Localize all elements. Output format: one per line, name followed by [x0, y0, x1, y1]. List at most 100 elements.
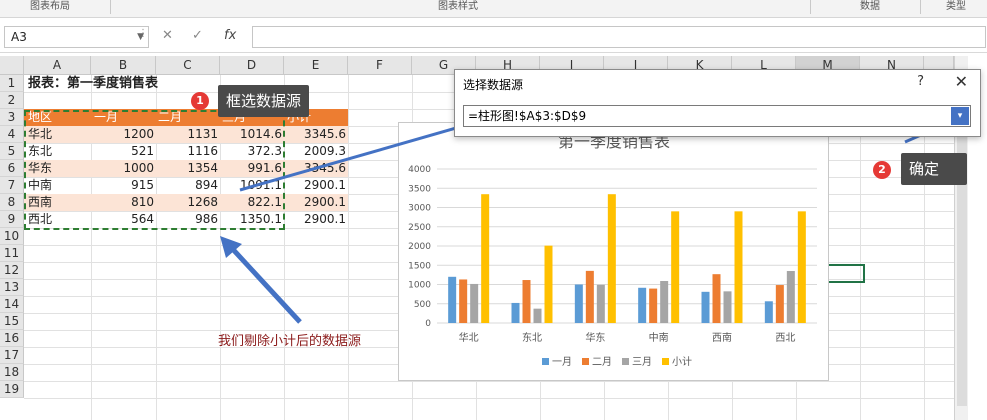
x-tick-label: 华东 — [585, 331, 605, 344]
bar-2-1 — [511, 302, 520, 323]
bar-6-3 — [786, 271, 795, 323]
bar-4-2 — [649, 288, 658, 323]
expand-dialog-button[interactable]: ▾ — [951, 107, 969, 125]
insert-function-button[interactable]: fx — [224, 28, 236, 43]
row-header-13[interactable]: 13 — [0, 279, 24, 296]
bar-2-2 — [522, 280, 531, 323]
more-options-icon: ⋮ — [138, 28, 148, 39]
row-header-18[interactable]: 18 — [0, 364, 24, 381]
bar-1-2 — [459, 279, 468, 323]
bar-4-3 — [660, 280, 669, 323]
row-header-1[interactable]: 1 — [0, 75, 24, 92]
bar-5-1 — [701, 291, 710, 323]
data-range-value: =柱形图!$A$3:$D$9 — [468, 109, 587, 123]
y-tick-label: 0 — [425, 319, 431, 329]
ribbon-group-data: 数据 — [860, 1, 880, 12]
legend-swatch — [662, 358, 669, 365]
y-tick-label: 2500 — [408, 223, 431, 233]
bar-1-3 — [470, 283, 479, 323]
enter-icon[interactable]: ✓ — [192, 28, 203, 43]
y-tick-label: 1500 — [408, 261, 431, 271]
row-header-8[interactable]: 8 — [0, 194, 24, 211]
bar-3-4 — [607, 194, 616, 323]
bar-2-3 — [533, 308, 542, 323]
bar-3-2 — [585, 270, 594, 323]
y-tick-label: 1000 — [408, 281, 431, 291]
column-header-f[interactable]: F — [348, 56, 412, 75]
column-header-a[interactable]: A — [24, 56, 91, 75]
ribbon-group-bar: 图表布局 图表样式 数据 类型 — [0, 0, 987, 18]
x-tick-label: 华北 — [459, 331, 479, 344]
row-header-12[interactable]: 12 — [0, 262, 24, 279]
bar-6-4 — [797, 211, 806, 323]
help-button[interactable]: ? — [917, 74, 924, 89]
selection-marquee — [24, 110, 285, 230]
table-cell[interactable]: 2900.1 — [284, 194, 348, 211]
table-cell[interactable]: 3345.6 — [284, 126, 348, 143]
row-header-17[interactable]: 17 — [0, 347, 24, 364]
table-cell[interactable]: 2009.3 — [284, 143, 348, 160]
row-header-14[interactable]: 14 — [0, 296, 24, 313]
row-header-16[interactable]: 16 — [0, 330, 24, 347]
y-tick-label: 4000 — [408, 165, 431, 175]
legend-label: 三月 — [632, 356, 652, 368]
formula-bar: A3 ▼ ⋮ ✕ ✓ fx — [0, 19, 987, 53]
column-header-e[interactable]: E — [284, 56, 348, 75]
close-icon[interactable]: ✕ — [955, 72, 968, 91]
row-header-6[interactable]: 6 — [0, 160, 24, 177]
x-tick-label: 东北 — [522, 331, 542, 344]
ribbon-group-chart-layout: 图表布局 — [30, 1, 70, 12]
data-source-note: 我们剔除小计后的数据源 — [218, 334, 362, 349]
chart-canvas: 第一季度销售表 05001000150020002500300035004000… — [408, 132, 817, 368]
table-cell[interactable]: 2900.1 — [284, 177, 348, 194]
y-tick-label: 3000 — [408, 204, 431, 214]
formula-input[interactable] — [252, 26, 986, 48]
x-tick-label: 西北 — [775, 332, 795, 344]
dialog-title: 选择数据源 — [463, 78, 524, 92]
row-header-7[interactable]: 7 — [0, 177, 24, 194]
column-chart[interactable]: 第一季度销售表 0 500 1000 1500 2000 2500 3000 3500 4000… — [398, 122, 829, 381]
bar-3-3 — [596, 284, 605, 323]
legend-swatch — [622, 358, 629, 365]
select-data-source-dialog: 选择数据源 ? ✕ =柱形图!$A$3:$D$9 ▾ — [454, 69, 981, 137]
row-header-4[interactable]: 4 — [0, 126, 24, 143]
bar-6-1 — [764, 301, 773, 323]
row-header-15[interactable]: 15 — [0, 313, 24, 330]
legend-label: 二月 — [592, 356, 612, 368]
step-2-callout: 确定 — [901, 153, 967, 185]
name-box-value: A3 — [11, 30, 27, 44]
name-box[interactable]: A3 ▼ — [4, 26, 149, 48]
row-header-10[interactable]: 10 — [0, 228, 24, 245]
legend-swatch — [582, 358, 589, 365]
step-1-badge: 1 — [191, 92, 209, 110]
step-1-callout: 框选数据源 — [218, 85, 310, 117]
bar-5-3 — [723, 291, 732, 323]
select-all-corner[interactable] — [0, 56, 24, 75]
y-tick-label: 2000 — [408, 242, 431, 252]
cancel-icon[interactable]: ✕ — [162, 28, 173, 43]
row-header-3[interactable]: 3 — [0, 109, 24, 126]
step-2-badge: 2 — [873, 161, 891, 179]
column-header-c[interactable]: C — [156, 56, 220, 75]
data-range-input[interactable]: =柱形图!$A$3:$D$9 ▾ — [463, 105, 971, 127]
bar-3-1 — [574, 284, 583, 323]
row-header-9[interactable]: 9 — [0, 211, 24, 228]
row-header-2[interactable]: 2 — [0, 92, 24, 109]
y-tick-label: 500 — [414, 300, 431, 310]
row-header-5[interactable]: 5 — [0, 143, 24, 160]
y-tick-label: 3500 — [408, 184, 431, 194]
row-header-11[interactable]: 11 — [0, 245, 24, 262]
active-cell-selection[interactable] — [827, 264, 865, 283]
bar-1-4 — [481, 194, 490, 323]
table-cell[interactable]: 2900.1 — [284, 211, 348, 228]
row-header-19[interactable]: 19 — [0, 381, 24, 398]
table-cell[interactable]: 3345.6 — [284, 160, 348, 177]
column-header-b[interactable]: B — [91, 56, 156, 75]
bar-2-4 — [544, 245, 553, 323]
ribbon-group-chart-styles: 图表样式 — [438, 1, 478, 12]
bar-6-2 — [775, 285, 784, 323]
column-header-d[interactable]: D — [220, 56, 284, 75]
report-title[interactable]: 报表：第一季度销售表 — [28, 75, 158, 92]
legend-label: 小计 — [672, 355, 692, 368]
x-tick-label: 西南 — [712, 331, 732, 344]
